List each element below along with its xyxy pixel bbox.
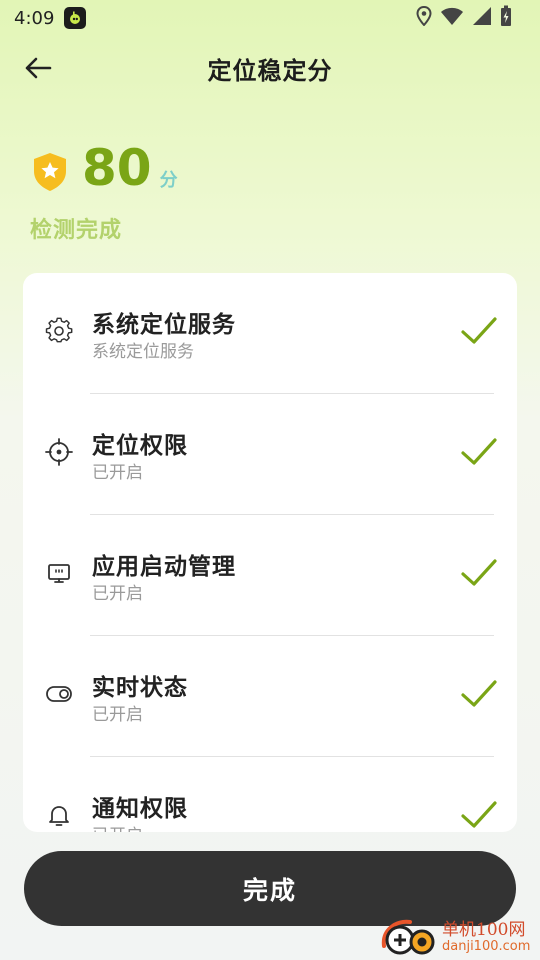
- watermark: 单机100网 danji100.com: [380, 915, 540, 960]
- shield-star-icon: [34, 153, 66, 191]
- toggle-icon: [45, 680, 73, 708]
- check-icon: [461, 438, 497, 465]
- monitor-icon: [45, 559, 73, 587]
- item-subtitle: 已开启: [92, 705, 143, 725]
- item-title: 通知权限: [92, 796, 188, 822]
- check-icon: [461, 801, 497, 828]
- check-icon: [461, 680, 497, 707]
- score-value: 80: [82, 139, 152, 197]
- status-bar: 4:09: [0, 0, 540, 36]
- check-icon: [461, 317, 497, 344]
- app-notification-icon: [64, 7, 87, 29]
- check-list-card: 系统定位服务 系统定位服务 定位权限 已开启 应用启动管理 已开启 实时状态 已…: [23, 273, 517, 832]
- check-icon: [461, 559, 497, 586]
- watermark-text: 单机100网 danji100.com: [442, 919, 531, 954]
- item-title: 系统定位服务: [92, 312, 236, 338]
- score-unit: 分: [159, 170, 178, 191]
- watermark-en: danji100.com: [442, 938, 531, 954]
- bell-icon: [45, 801, 73, 829]
- item-subtitle: 已开启: [92, 584, 143, 604]
- list-item-realtime-status[interactable]: 实时状态 已开启: [23, 636, 517, 757]
- location-icon: [416, 5, 432, 30]
- list-item-app-launch-management[interactable]: 应用启动管理 已开启: [23, 515, 517, 636]
- check-status-text: 检测完成: [30, 218, 123, 243]
- item-title: 定位权限: [92, 433, 188, 459]
- back-button[interactable]: [22, 52, 54, 84]
- gear-icon: [45, 317, 73, 345]
- page-title: 定位稳定分: [207, 56, 333, 85]
- status-right: [416, 5, 512, 31]
- list-item-notification-permission[interactable]: 通知权限 已开启: [23, 757, 517, 832]
- item-subtitle: 系统定位服务: [92, 342, 194, 362]
- watermark-logo-icon: [380, 916, 438, 960]
- status-time: 4:09: [14, 7, 55, 29]
- watermark-cn: 单机100网: [442, 919, 526, 940]
- list-item-system-location-service[interactable]: 系统定位服务 系统定位服务: [23, 273, 517, 394]
- item-title: 应用启动管理: [92, 554, 236, 580]
- crosshair-icon: [45, 438, 73, 466]
- wifi-icon: [440, 6, 464, 30]
- item-title: 实时状态: [92, 675, 188, 701]
- item-subtitle: 已开启: [92, 821, 143, 832]
- status-left: 4:09: [14, 7, 87, 29]
- done-button-label: 完成: [242, 875, 297, 905]
- item-subtitle: 已开启: [92, 463, 143, 483]
- arrow-left-icon: [25, 57, 52, 79]
- battery-charging-icon: [500, 5, 512, 31]
- score-row: 80 分: [32, 140, 178, 196]
- nav-bar: 定位稳定分: [0, 40, 540, 96]
- signal-icon: [472, 6, 492, 30]
- list-item-location-permission[interactable]: 定位权限 已开启: [23, 394, 517, 515]
